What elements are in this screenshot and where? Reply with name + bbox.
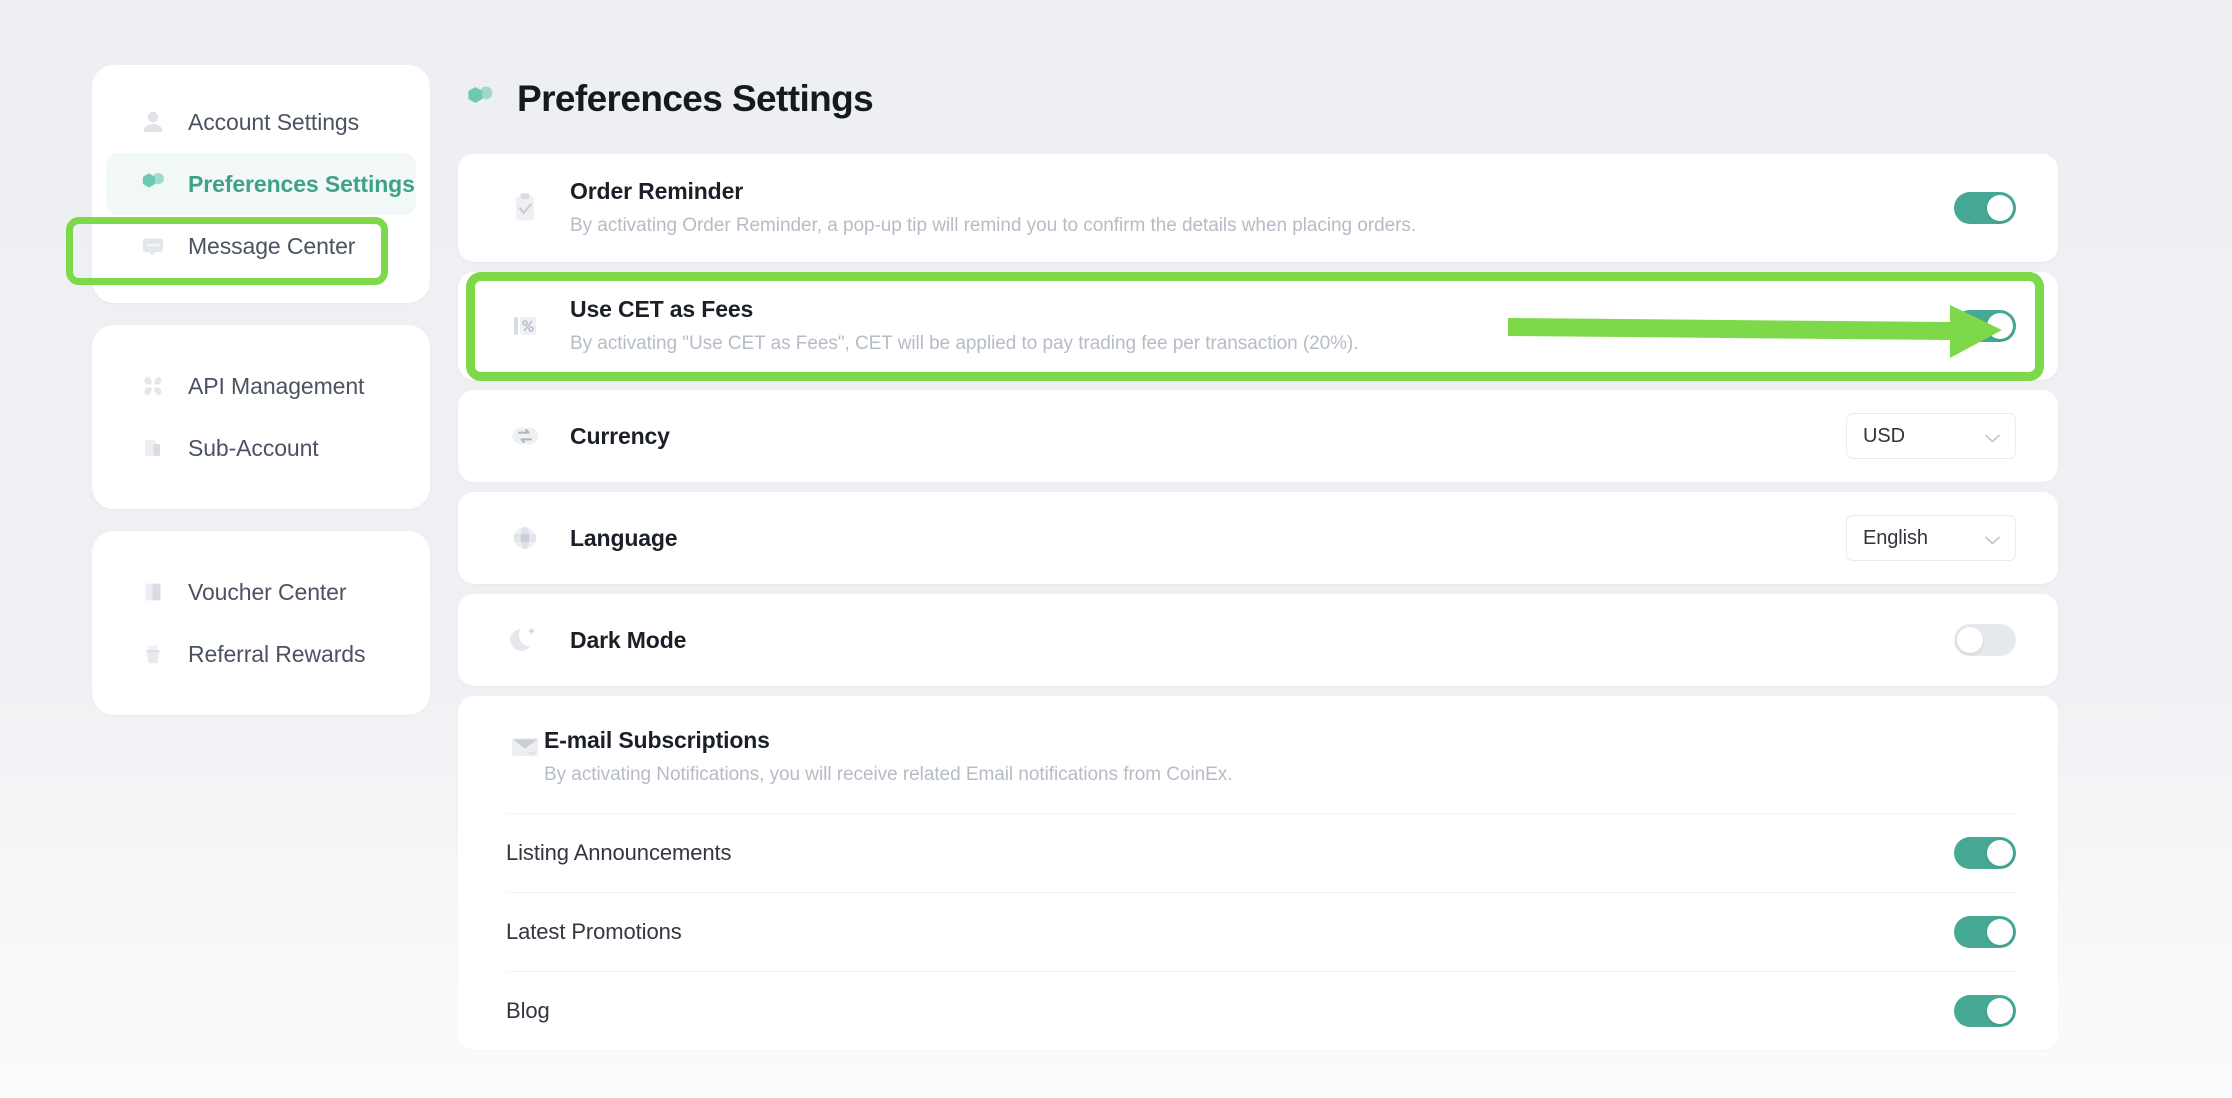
sidebar-item-label: API Management bbox=[188, 372, 365, 399]
setting-description: By activating Notifications, you will re… bbox=[544, 763, 1233, 785]
setting-title: Use CET as Fees bbox=[570, 296, 754, 323]
language-select[interactable]: English bbox=[1846, 515, 2016, 561]
card-currency: Currency USD bbox=[458, 390, 2058, 482]
setting-title: Language bbox=[570, 524, 678, 551]
order-reminder-toggle[interactable] bbox=[1954, 192, 2016, 224]
globe-icon bbox=[506, 519, 544, 557]
sidebar-item-voucher-center[interactable]: Voucher Center bbox=[106, 561, 416, 623]
email-subscriptions-text: E-mail Subscriptions By activating Notif… bbox=[544, 726, 2016, 787]
dark-mode-text: Dark Mode bbox=[570, 626, 1954, 655]
currency-select[interactable]: USD bbox=[1846, 413, 2016, 459]
sub-item-label: Latest Promotions bbox=[506, 919, 682, 945]
sidebar-item-sub-account[interactable]: Sub-Account bbox=[106, 417, 416, 479]
use-cet-as-fees-text: Use CET as Fees By activating "Use CET a… bbox=[570, 295, 1954, 356]
email-sub-row-blog: Blog bbox=[506, 971, 2016, 1050]
setting-title: E-mail Subscriptions bbox=[544, 727, 770, 753]
page-header: Preferences Settings bbox=[463, 0, 2058, 154]
setting-description: By activating "Use CET as Fees", CET wil… bbox=[570, 333, 1359, 355]
use-cet-as-fees-toggle[interactable] bbox=[1954, 310, 2016, 342]
chevron-down-icon bbox=[1984, 533, 2001, 544]
sidebar-item-label: Voucher Center bbox=[188, 578, 347, 605]
latest-promotions-toggle[interactable] bbox=[1954, 916, 2016, 949]
toggle-knob bbox=[1987, 313, 2013, 339]
card-use-cet-as-fees: Use CET as Fees By activating "Use CET a… bbox=[458, 272, 2058, 380]
page-title: Preferences Settings bbox=[517, 78, 874, 119]
sidebar-item-account-settings[interactable]: Account Settings bbox=[106, 91, 416, 153]
clipboard-check-icon bbox=[506, 189, 544, 227]
currency-text: Currency bbox=[570, 422, 1846, 451]
setting-row-order-reminder: Order Reminder By activating Order Remin… bbox=[458, 154, 2058, 262]
toggle-knob bbox=[1987, 919, 2013, 946]
sub-item-label: Listing Announcements bbox=[506, 840, 732, 866]
setting-row-language: Language English bbox=[458, 492, 2058, 584]
envelope-icon bbox=[506, 728, 544, 771]
card-order-reminder: Order Reminder By activating Order Remin… bbox=[458, 154, 2058, 262]
setting-row-currency: Currency USD bbox=[458, 390, 2058, 482]
setting-row-use-cet-as-fees: Use CET as Fees By activating "Use CET a… bbox=[458, 272, 2058, 380]
percent-icon bbox=[506, 307, 544, 345]
toggle-knob bbox=[1987, 840, 2013, 867]
dark-mode-toggle[interactable] bbox=[1954, 624, 2016, 656]
sidebar-item-preferences-settings[interactable]: Preferences Settings bbox=[106, 153, 416, 215]
card-dark-mode: Dark Mode bbox=[458, 594, 2058, 686]
sidebar-item-message-center[interactable]: Message Center bbox=[106, 215, 416, 277]
sub-item-label: Blog bbox=[506, 998, 550, 1024]
sidebar-item-label: Referral Rewards bbox=[188, 640, 366, 667]
moon-star-icon bbox=[506, 621, 544, 659]
toggle-knob bbox=[1987, 195, 2013, 221]
api-dots-icon bbox=[138, 371, 168, 401]
sidebar-item-label: Sub-Account bbox=[188, 434, 319, 461]
main-content: Preferences Settings Order Reminder By a… bbox=[458, 0, 2058, 1060]
voucher-icon bbox=[138, 577, 168, 607]
exchange-arrows-icon bbox=[506, 417, 544, 455]
message-icon bbox=[138, 231, 168, 261]
sub-account-icon bbox=[138, 433, 168, 463]
sidebar-item-referral-rewards[interactable]: Referral Rewards bbox=[106, 623, 416, 685]
sidebar: Account Settings Preferences Settings Me… bbox=[66, 65, 430, 737]
blog-toggle[interactable] bbox=[1954, 995, 2016, 1028]
listing-announcements-toggle[interactable] bbox=[1954, 837, 2016, 870]
preferences-hexagons-icon bbox=[463, 82, 497, 116]
sidebar-item-label: Message Center bbox=[188, 232, 356, 259]
sidebar-item-label: Account Settings bbox=[188, 108, 360, 135]
setting-title: Order Reminder bbox=[570, 178, 744, 205]
setting-row-email-subscriptions: E-mail Subscriptions By activating Notif… bbox=[458, 696, 2058, 813]
card-email-subscriptions: E-mail Subscriptions By activating Notif… bbox=[458, 696, 2058, 1051]
sidebar-item-label: Preferences Settings bbox=[188, 170, 415, 197]
setting-title: Currency bbox=[570, 422, 670, 449]
card-language: Language English bbox=[458, 492, 2058, 584]
email-sub-row-listing-announcements: Listing Announcements bbox=[506, 813, 2016, 892]
toggle-knob bbox=[1957, 627, 1983, 653]
chevron-down-icon bbox=[1984, 431, 2001, 442]
sidebar-group-developer: API Management Sub-Account bbox=[92, 325, 430, 509]
sidebar-group-account: Account Settings Preferences Settings Me… bbox=[92, 65, 430, 303]
setting-description: By activating Order Reminder, a pop-up t… bbox=[570, 215, 1417, 237]
preferences-settings-page: Account Settings Preferences Settings Me… bbox=[0, 0, 2232, 1098]
gift-bag-icon bbox=[138, 639, 168, 669]
toggle-knob bbox=[1987, 998, 2013, 1025]
sidebar-item-api-management[interactable]: API Management bbox=[106, 355, 416, 417]
user-icon bbox=[138, 107, 168, 137]
currency-value: USD bbox=[1863, 424, 1905, 447]
language-value: English bbox=[1863, 526, 1928, 549]
email-sub-row-latest-promotions: Latest Promotions bbox=[506, 892, 2016, 971]
setting-title: Dark Mode bbox=[570, 626, 687, 653]
language-text: Language bbox=[570, 524, 1846, 553]
preferences-hexagons-icon bbox=[138, 169, 168, 199]
setting-row-dark-mode: Dark Mode bbox=[458, 594, 2058, 686]
sidebar-group-rewards: Voucher Center Referral Rewards bbox=[92, 531, 430, 715]
order-reminder-text: Order Reminder By activating Order Remin… bbox=[570, 177, 1954, 238]
